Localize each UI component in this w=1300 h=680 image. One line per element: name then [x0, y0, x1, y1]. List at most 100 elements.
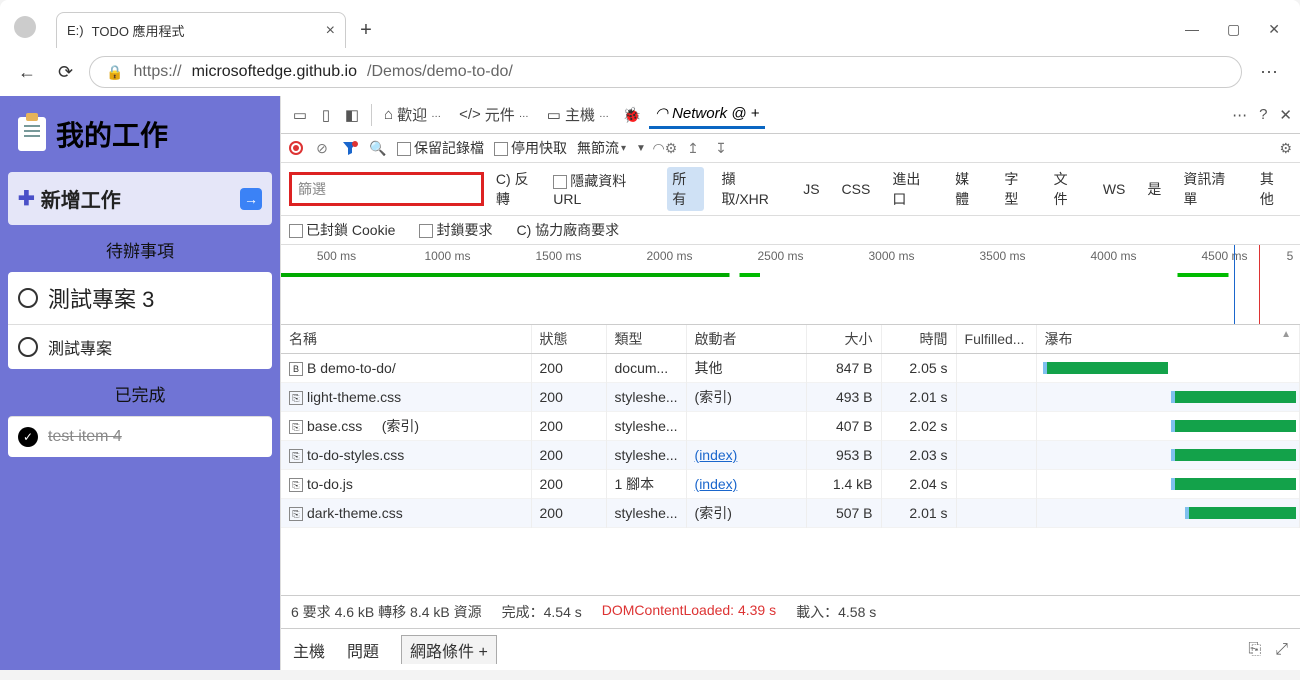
- col-waterfall[interactable]: 瀑布: [1036, 325, 1299, 354]
- timeline-overview[interactable]: 500 ms1000 ms1500 ms2000 ms2500 ms3000 m…: [281, 245, 1300, 325]
- type-all[interactable]: 所有: [667, 167, 704, 211]
- device-icon[interactable]: ▯: [315, 104, 337, 126]
- wifi-icon: ◠: [655, 104, 668, 122]
- tab-title: TODO 應用程式: [92, 21, 185, 40]
- download-icon[interactable]: ↧: [712, 139, 730, 157]
- col-type[interactable]: 類型: [606, 325, 686, 354]
- type-fetch[interactable]: 擷取/XHR: [716, 167, 786, 211]
- hide-data-urls-checkbox[interactable]: 隱藏資料 URL: [553, 171, 655, 207]
- tab-welcome[interactable]: ⌂歡迎…: [378, 100, 447, 129]
- status-summary: 6 要求 4.6 kB 轉移 8.4 kB 資源: [291, 602, 482, 622]
- clear-icon[interactable]: ⊘: [313, 139, 331, 157]
- type-wasm[interactable]: 是: [1142, 177, 1166, 201]
- table-row[interactable]: ⎘dark-theme.css 200styleshe...(索引) 507 B…: [281, 499, 1300, 528]
- type-font[interactable]: 字型: [999, 167, 1036, 211]
- tab-elements[interactable]: </>元件…: [453, 100, 535, 129]
- type-other[interactable]: 其他: [1255, 167, 1292, 211]
- add-task-button[interactable]: ✚ 新增工作 →: [8, 172, 272, 225]
- table-row[interactable]: ⎘to-do.js 2001 腳本(index) 1.4 kB2.04 s: [281, 470, 1300, 499]
- type-media[interactable]: 媒體: [950, 167, 987, 211]
- table-row[interactable]: ⎘base.css (索引) 200styleshe... 407 B2.02 …: [281, 412, 1300, 441]
- thirdparty-label[interactable]: C) 協力廠商要求: [516, 220, 619, 240]
- section-done: 已完成: [8, 377, 272, 408]
- task-item[interactable]: 測試專案: [8, 324, 272, 369]
- bug-icon[interactable]: 🐞: [621, 104, 643, 126]
- address-bar[interactable]: 🔒 https://microsoftedge.github.io/Demos/…: [89, 56, 1242, 88]
- submit-icon[interactable]: →: [240, 188, 262, 210]
- network-table: 名稱 狀態 類型 啟動者 大小 時間 Fulfilled... 瀑布 B B d…: [281, 325, 1300, 528]
- col-name[interactable]: 名稱: [281, 325, 531, 354]
- file-icon: B: [289, 362, 303, 376]
- type-manifest[interactable]: 資訊清單: [1178, 167, 1242, 211]
- lock-icon: 🔒: [106, 64, 123, 81]
- checkbox-checked-icon[interactable]: ✓: [18, 427, 38, 447]
- close-devtools-icon[interactable]: ✕: [1279, 106, 1292, 124]
- new-tab-button[interactable]: +: [352, 16, 380, 44]
- app-title: 我的工作: [56, 114, 168, 154]
- type-ws[interactable]: WS: [1098, 179, 1131, 199]
- throttle-select[interactable]: 無節流: [577, 138, 626, 158]
- browser-tab[interactable]: E:) TODO 應用程式 ×: [56, 12, 346, 48]
- inspect-icon[interactable]: ▭: [289, 104, 311, 126]
- blocked-requests-checkbox[interactable]: 封鎖要求: [419, 220, 492, 240]
- more-tools-icon[interactable]: ⋯: [1232, 106, 1247, 124]
- file-icon: ⎘: [289, 507, 303, 521]
- preserve-log-checkbox[interactable]: 保留記錄檔: [397, 138, 484, 158]
- maximize-icon[interactable]: ▢: [1227, 21, 1240, 38]
- col-fulfilled[interactable]: Fulfilled...: [956, 325, 1036, 354]
- type-css[interactable]: CSS: [837, 179, 876, 199]
- browser-menu-icon[interactable]: ⋯: [1252, 58, 1288, 87]
- file-icon: ⎘: [289, 420, 303, 434]
- col-time[interactable]: 時間: [881, 325, 956, 354]
- task-item[interactable]: 測試專案 3: [8, 272, 272, 324]
- close-tab-icon[interactable]: ×: [326, 22, 335, 40]
- task-label: 測試專案 3: [48, 282, 154, 314]
- checkbox-empty-icon[interactable]: [18, 337, 38, 357]
- task-label: 測試專案: [48, 335, 112, 359]
- search-icon[interactable]: 🔍: [369, 139, 387, 157]
- devtools-panel: ▭ ▯ ◧ ⌂歡迎… </>元件… ▭主機… 🐞 ◠Network @ + ⋯ …: [280, 96, 1300, 670]
- status-finish: 完成：4.54 s: [502, 602, 582, 622]
- task-item-done[interactable]: ✓ test item 4: [8, 416, 272, 457]
- file-icon: ⎘: [289, 478, 303, 492]
- network-conditions-icon[interactable]: ◠⚙: [656, 139, 674, 157]
- blocked-cookies-checkbox[interactable]: 已封鎖 Cookie: [289, 220, 395, 240]
- filter-toggle-icon[interactable]: [341, 139, 359, 157]
- drawer-tab-issues[interactable]: 問題: [347, 638, 379, 662]
- file-icon: ⎘: [289, 449, 303, 463]
- table-row[interactable]: ⎘light-theme.css 200styleshe...(索引) 493 …: [281, 383, 1300, 412]
- checkbox-empty-icon[interactable]: [18, 288, 38, 308]
- minimize-icon[interactable]: ―: [1185, 21, 1199, 38]
- drawer-expand-icon[interactable]: ⤢: [1275, 641, 1288, 659]
- type-js[interactable]: JS: [798, 179, 824, 199]
- tab-host[interactable]: ▭主機…: [541, 100, 615, 129]
- profile-avatar[interactable]: [14, 16, 36, 38]
- close-window-icon[interactable]: ✕: [1268, 21, 1280, 38]
- col-status[interactable]: 狀態: [531, 325, 606, 354]
- home-icon: ⌂: [384, 106, 393, 123]
- help-icon[interactable]: ?: [1259, 106, 1267, 123]
- disable-cache-checkbox[interactable]: 停用快取: [494, 138, 567, 158]
- table-row[interactable]: ⎘to-do-styles.css 200styleshe...(index) …: [281, 441, 1300, 470]
- invert-label[interactable]: C) 反轉: [496, 169, 541, 209]
- upload-icon[interactable]: ↥: [684, 139, 702, 157]
- settings-icon[interactable]: ⚙: [1279, 140, 1292, 157]
- dock-icon[interactable]: ◧: [341, 104, 363, 126]
- drawer-export-icon[interactable]: ⎘: [1248, 641, 1261, 659]
- type-doc[interactable]: 文件: [1049, 167, 1086, 211]
- url-scheme: https://: [134, 63, 182, 81]
- drawer-tab-host[interactable]: 主機: [293, 638, 325, 662]
- tab-prefix: E:): [67, 23, 84, 38]
- drawer-tab-network-conditions[interactable]: 網路條件 +: [401, 635, 497, 664]
- type-img[interactable]: 進出口: [887, 167, 938, 211]
- back-button[interactable]: ←: [12, 58, 42, 87]
- record-button[interactable]: [289, 141, 303, 155]
- status-dcl: DOMContentLoaded: 4.39 s: [602, 602, 776, 622]
- refresh-button[interactable]: ⟳: [52, 58, 79, 87]
- col-size[interactable]: 大小: [806, 325, 881, 354]
- table-row[interactable]: B B demo-to-do/ 200docum...其他 847 B2.05 …: [281, 354, 1300, 383]
- col-initiator[interactable]: 啟動者: [686, 325, 806, 354]
- filter-input[interactable]: 篩選: [289, 172, 484, 206]
- file-icon: ⎘: [289, 391, 303, 405]
- tab-network[interactable]: ◠Network @ +: [649, 100, 765, 129]
